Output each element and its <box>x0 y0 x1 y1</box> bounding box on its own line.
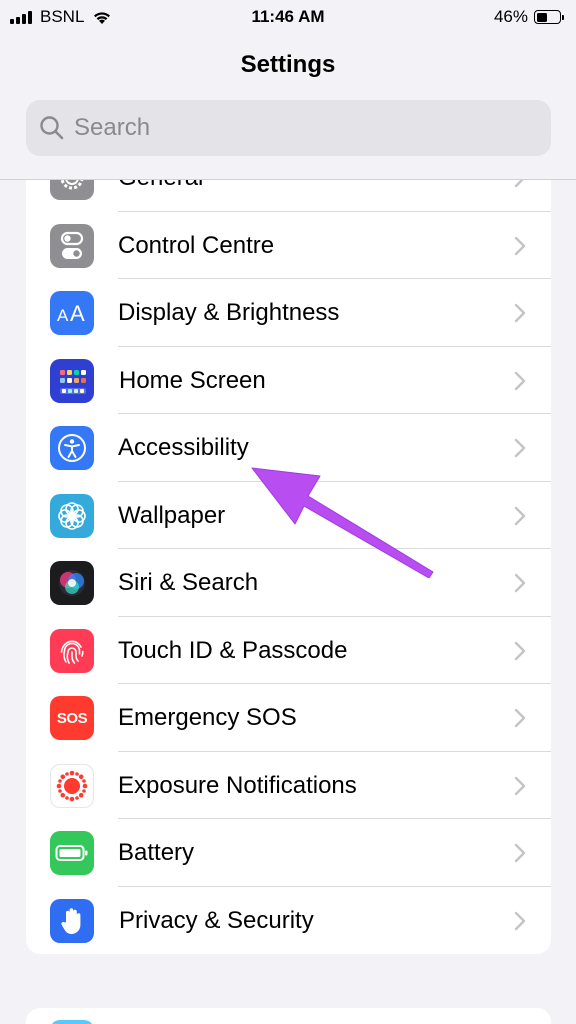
chevron-right-icon <box>514 776 526 795</box>
settings-row-label: Exposure Notifications <box>118 771 357 799</box>
toggles-icon <box>50 223 94 268</box>
flower-icon <box>50 493 94 538</box>
chevron-right-icon <box>514 506 526 525</box>
chevron-right-icon <box>514 371 526 390</box>
text-size-icon: A A <box>50 291 94 335</box>
sos-icon-text: SOS <box>56 709 88 727</box>
settings-row-label: General <box>118 180 203 211</box>
annotation-arrow <box>251 467 434 578</box>
hand-icon <box>50 898 94 943</box>
settings-row-touch-id[interactable]: Touch ID & Passcode <box>26 617 551 685</box>
settings-row-privacy-security[interactable]: Privacy & Security <box>26 887 551 955</box>
settings-row-label: Wallpaper <box>118 501 226 529</box>
settings-row-control-centre[interactable]: Control Centre <box>26 212 551 280</box>
settings-row-label: Display & Brightness <box>118 299 340 326</box>
settings-row-display-brightness[interactable]: A A Display & Brightness <box>26 279 551 347</box>
status-bar: BSNL 11:46 AM 46% <box>0 0 576 34</box>
chevron-right-icon <box>514 708 526 728</box>
status-right: 46% <box>494 7 564 27</box>
chevron-right-icon <box>514 180 524 188</box>
sos-icon: SOS <box>50 696 94 740</box>
battery-status-icon <box>534 10 561 24</box>
settings-row-label: Touch ID & Passcode <box>118 636 348 664</box>
svg-text:A: A <box>70 301 85 325</box>
battery-percent: 46% <box>493 7 528 26</box>
battery-cap <box>562 14 564 20</box>
settings-row-home-screen[interactable]: Home Screen <box>26 347 551 415</box>
page-title: Settings <box>240 51 336 78</box>
chevron-right-icon <box>514 911 526 930</box>
chevron-right-icon <box>514 843 526 863</box>
settings-row-label: Battery <box>118 839 195 866</box>
settings-row-label: Emergency SOS <box>118 704 297 731</box>
app-grid-icon <box>50 358 94 403</box>
siri-icon <box>50 561 94 605</box>
settings-row-label: Control Centre <box>118 231 275 259</box>
settings-row-label: Siri & Search <box>118 569 259 596</box>
fingerprint-icon <box>50 628 94 673</box>
settings-row-exposure-notifications[interactable]: Exposure Notifications <box>26 752 551 820</box>
battery-icon <box>50 831 94 875</box>
chevron-right-icon <box>514 573 526 593</box>
settings-row-label: Home Screen <box>119 366 266 394</box>
search-icon <box>40 116 64 140</box>
settings-row-label: Privacy & Security <box>119 906 314 934</box>
svg-text:A: A <box>57 306 69 325</box>
partial-app-icon <box>50 1020 94 1024</box>
chevron-right-icon <box>514 641 526 660</box>
settings-row-emergency-sos[interactable]: SOS Emergency SOS <box>26 684 551 752</box>
settings-row-general[interactable]: General <box>26 180 551 212</box>
settings-row-label: Accessibility <box>118 434 249 461</box>
search-placeholder: Search <box>74 114 151 141</box>
chevron-right-icon <box>514 438 526 458</box>
chevron-right-icon <box>514 303 526 323</box>
chevron-right-icon <box>514 236 526 255</box>
exposure-icon <box>50 763 94 808</box>
accessibility-icon <box>50 426 94 470</box>
next-settings-group <box>26 1008 551 1024</box>
settings-row-battery[interactable]: Battery <box>26 819 551 887</box>
status-time: 11:46 AM <box>251 7 325 26</box>
gear-icon <box>50 180 94 200</box>
navigation-header: Settings Search <box>0 34 576 180</box>
search-input[interactable]: Search <box>26 100 551 156</box>
